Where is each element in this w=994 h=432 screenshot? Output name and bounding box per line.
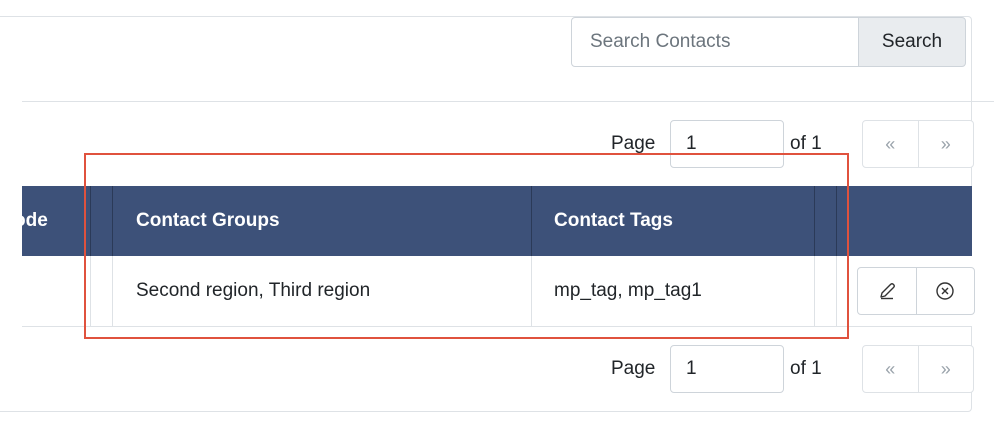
divider [22, 101, 994, 102]
next-page-button[interactable]: » [917, 121, 974, 167]
page-number-input-bottom[interactable] [670, 345, 784, 393]
next-page-button-bottom[interactable]: » [917, 346, 974, 392]
column-header-code[interactable]: ode [14, 186, 48, 256]
prev-page-button[interactable]: « [863, 121, 918, 167]
column-header-contact-tags[interactable]: Contact Tags [554, 186, 673, 256]
page-count-bottom: of 1 [790, 358, 822, 379]
pagination-bottom: « » [862, 345, 974, 393]
search-input[interactable] [571, 17, 859, 67]
pencil-icon [880, 283, 895, 300]
row-actions [857, 267, 975, 315]
contact-groups-cell: Second region, Third region [136, 280, 371, 301]
page-label-bottom: Page [611, 358, 656, 379]
circle-x-icon [936, 282, 954, 300]
delete-button[interactable] [915, 268, 975, 314]
page-count: of 1 [790, 133, 822, 154]
table-row: Second region, Third region mp_tag, mp_t… [22, 256, 972, 327]
page-number-input[interactable] [670, 120, 784, 168]
edit-button[interactable] [858, 268, 916, 314]
prev-page-button-bottom[interactable]: « [863, 346, 918, 392]
column-header-contact-groups[interactable]: Contact Groups [136, 186, 280, 256]
table-header: ode Contact Groups Contact Tags [14, 186, 972, 256]
search-button[interactable]: Search [858, 17, 966, 67]
page-label: Page [611, 133, 656, 154]
pagination-top: « » [862, 120, 974, 168]
contact-tags-cell: mp_tag, mp_tag1 [554, 280, 702, 301]
